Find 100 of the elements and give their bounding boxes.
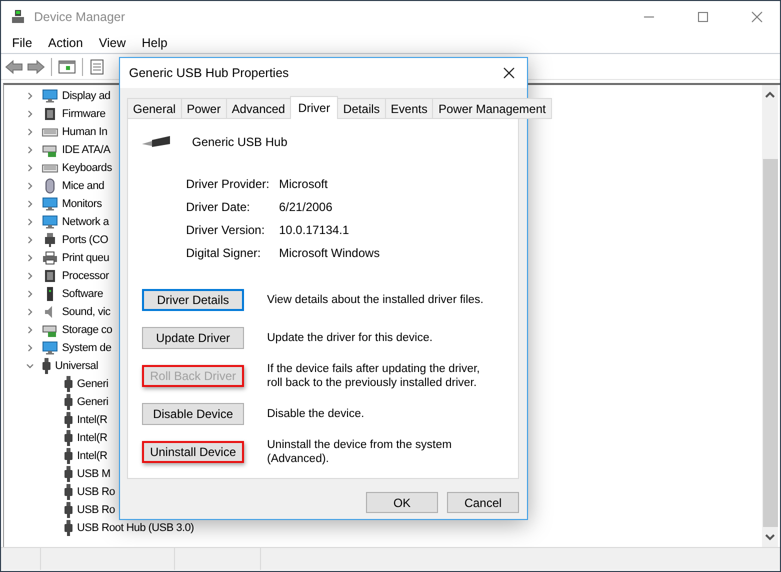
dialog-button[interactable]: OK [366, 492, 438, 513]
maximize-icon[interactable] [697, 10, 709, 22]
tree-item[interactable]: Firmware [62, 108, 106, 120]
tree-item[interactable]: Network a [62, 216, 109, 228]
port-icon [42, 232, 58, 248]
scroll-down-icon[interactable] [765, 533, 775, 541]
action-description: Disable the device. [267, 407, 366, 421]
tree-item[interactable]: Generi [77, 378, 108, 390]
device-name: Generic USB Hub [192, 135, 288, 149]
chevron-right-icon[interactable] [26, 254, 34, 262]
forward-arrow-icon[interactable] [27, 60, 45, 74]
close-icon[interactable] [751, 10, 763, 22]
usb-plug-icon [64, 520, 73, 536]
usb-plug-icon [64, 484, 73, 500]
dialog-title: Generic USB Hub Properties [129, 66, 290, 80]
tree-item[interactable]: USB M [77, 468, 110, 480]
tree-item[interactable]: Display ad [62, 90, 110, 102]
printer-icon [42, 250, 58, 266]
menu-item[interactable]: Action [40, 36, 91, 50]
chevron-right-icon[interactable] [26, 200, 34, 208]
menu-item[interactable]: File [4, 36, 40, 50]
chevron-right-icon[interactable] [26, 236, 34, 244]
menu-item[interactable]: View [90, 36, 134, 50]
chevron-right-icon[interactable] [26, 326, 34, 334]
usb-plug-icon [64, 376, 73, 392]
tree-item[interactable]: Ports (CO [62, 234, 108, 246]
tree-item[interactable]: IDE ATA/A [62, 144, 110, 156]
tree-item[interactable]: Keyboards [62, 162, 112, 174]
tree-item[interactable]: Intel(R [77, 450, 108, 462]
usb-plug-icon [64, 448, 73, 464]
field-value: 6/21/2006 [279, 200, 334, 215]
tab[interactable]: Driver [290, 96, 338, 119]
action-button[interactable]: Disable Device [142, 403, 244, 425]
chevron-right-icon[interactable] [26, 308, 34, 316]
tab[interactable]: Power Management [432, 98, 552, 119]
chevron-right-icon[interactable] [26, 182, 34, 190]
computer-icon [10, 8, 26, 24]
console-tree-icon[interactable] [58, 58, 76, 74]
field-label: Digital Signer: [186, 246, 262, 261]
tree-item[interactable]: Intel(R [77, 432, 108, 444]
usb-plug-icon [64, 394, 73, 410]
window-title: Device Manager [34, 10, 126, 24]
chevron-right-icon[interactable] [26, 272, 34, 280]
usb-plug-icon [64, 412, 73, 428]
action-description: Update the driver for this device. [267, 331, 434, 345]
field-value: 10.0.17134.1 [279, 223, 350, 238]
chevron-right-icon[interactable] [26, 128, 34, 136]
tree-item[interactable]: Sound, vic [62, 306, 110, 318]
tree-item[interactable]: Monitors [62, 198, 102, 210]
close-icon [503, 67, 515, 79]
field-label: Driver Provider: [186, 177, 270, 192]
back-arrow-icon[interactable] [5, 60, 23, 74]
monitor-icon [42, 340, 58, 356]
tree-item[interactable]: USB Ro [77, 504, 115, 516]
monitor-icon [42, 88, 58, 104]
tree-item[interactable]: Print queu [62, 252, 110, 264]
dialog-button[interactable]: Cancel [447, 492, 519, 513]
field-label: Driver Date: [186, 200, 252, 215]
chevron-right-icon[interactable] [26, 92, 34, 100]
usb-plug-icon [42, 358, 51, 374]
usb-plug-icon [64, 466, 73, 482]
monitor-icon [42, 214, 58, 230]
scroll-up-icon[interactable] [765, 91, 775, 99]
tree-item[interactable]: Intel(R [77, 414, 108, 426]
usb-plug-icon [64, 502, 73, 518]
monitor-icon [42, 196, 58, 212]
chevron-down-icon[interactable] [26, 362, 34, 370]
action-description: View details about the installed driver files. [267, 293, 484, 307]
properties-icon[interactable] [89, 58, 105, 74]
chevron-right-icon[interactable] [26, 218, 34, 226]
scrollbar[interactable] [762, 85, 778, 547]
tab[interactable]: General [127, 98, 182, 119]
action-button[interactable]: Driver Details [142, 289, 244, 311]
tree-item[interactable]: Generi [77, 396, 108, 408]
tree-item[interactable]: Software [62, 288, 104, 300]
action-description: Uninstall the device from the system (Advanced). [267, 438, 453, 466]
chevron-right-icon[interactable] [26, 290, 34, 298]
field-value: Microsoft [279, 177, 329, 192]
chevron-right-icon[interactable] [26, 164, 34, 172]
field-value: Microsoft Windows [279, 246, 381, 261]
field-label: Driver Version: [186, 223, 266, 238]
chip-icon [42, 106, 58, 122]
usb-cable-icon [140, 135, 172, 149]
tree-item[interactable]: Human In [62, 126, 108, 138]
tree-item[interactable]: Mice and [62, 180, 104, 192]
chevron-right-icon[interactable] [26, 344, 34, 352]
tree-item[interactable]: Storage co [62, 324, 112, 336]
chip-icon [42, 268, 58, 284]
tree-item[interactable]: USB Root Hub (USB 3.0) [77, 522, 194, 534]
tree-item[interactable]: System de [62, 342, 112, 354]
chevron-right-icon[interactable] [26, 146, 34, 154]
action-button[interactable]: Update Driver [142, 327, 244, 349]
usb-plug-icon [64, 430, 73, 446]
chevron-right-icon[interactable] [26, 110, 34, 118]
action-button[interactable]: Uninstall Device [142, 441, 244, 463]
action-description: If the device fails after updating the driver, roll back to the previously installed driver. [267, 362, 481, 390]
tree-item[interactable]: USB Ro [77, 486, 115, 498]
tree-item[interactable]: Universal [55, 360, 98, 372]
menu-item[interactable]: Help [134, 36, 176, 50]
tree-item[interactable]: Processor [62, 270, 109, 282]
